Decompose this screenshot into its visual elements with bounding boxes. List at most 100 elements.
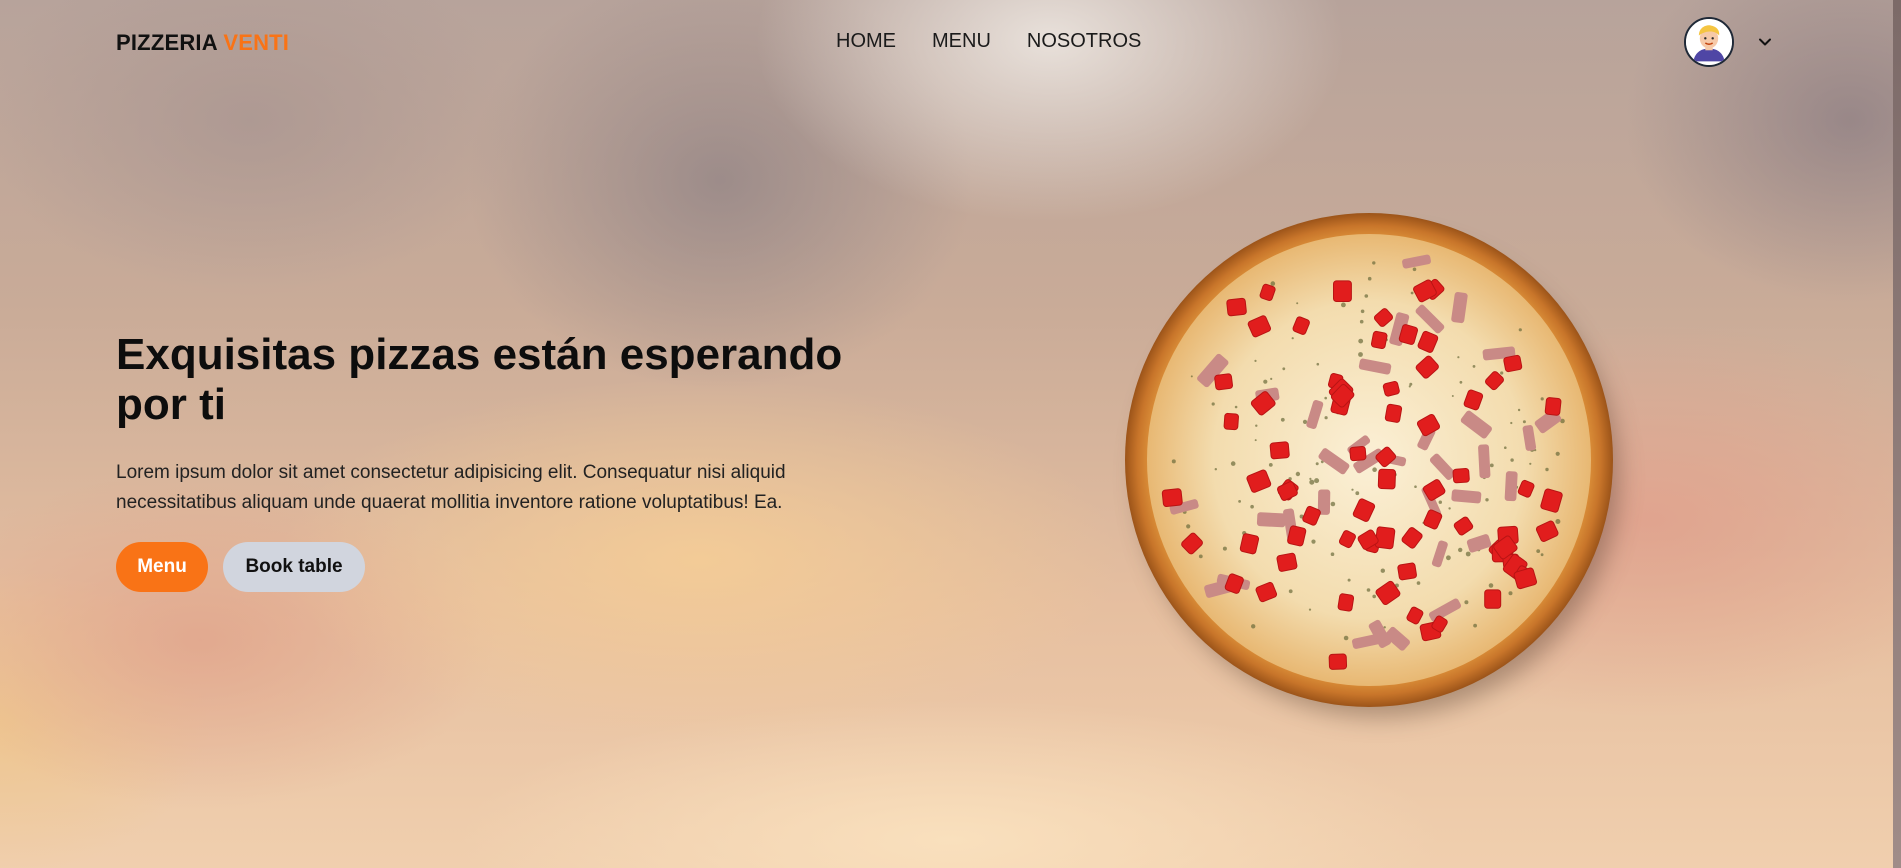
herb-speck [1545, 467, 1549, 472]
hero-actions: Menu Book table [116, 542, 896, 592]
herb-speck [1171, 459, 1176, 464]
herb-speck [1485, 498, 1489, 502]
herb-speck [1364, 294, 1369, 298]
tomato-piece [1452, 468, 1470, 484]
herb-speck [1488, 583, 1494, 588]
herb-speck [1282, 367, 1286, 371]
herb-speck [1540, 553, 1544, 557]
herb-speck [1510, 458, 1514, 462]
user-menu[interactable] [1684, 17, 1774, 67]
herb-speck [1510, 421, 1513, 425]
tomato-piece [1276, 552, 1298, 572]
tomato-piece [1384, 403, 1403, 423]
herb-speck [1288, 589, 1293, 594]
chevron-down-icon[interactable] [1756, 33, 1774, 51]
herb-speck [1254, 439, 1257, 442]
herb-speck [1351, 488, 1354, 491]
herb-speck [1330, 501, 1336, 507]
tomato-piece [1161, 488, 1183, 507]
herb-speck [1268, 463, 1273, 467]
herb-speck [1324, 396, 1327, 400]
tomato-piece [1287, 525, 1307, 547]
tomato-piece [1374, 526, 1396, 550]
herb-speck [1517, 408, 1521, 412]
herb-speck [1238, 500, 1241, 503]
tomato-piece [1333, 280, 1352, 303]
ham-piece [1504, 471, 1518, 502]
herb-speck [1555, 451, 1560, 456]
herb-speck [1464, 600, 1469, 605]
herb-speck [1504, 446, 1507, 449]
herb-speck [1324, 416, 1328, 420]
ham-piece [1478, 444, 1491, 479]
herb-speck [1472, 365, 1476, 368]
herb-speck [1372, 594, 1376, 599]
nav-item-menu[interactable]: MENU [932, 30, 991, 53]
tomato-piece [1484, 589, 1502, 609]
top-navbar: PIZZERIA VENTI HOME MENU NOSOTROS [0, 0, 1901, 84]
herb-speck [1211, 402, 1215, 406]
page-scrollbar[interactable] [1893, 0, 1901, 868]
herb-speck [1291, 337, 1294, 340]
tomato-piece [1397, 562, 1417, 581]
menu-button[interactable]: Menu [116, 542, 208, 592]
herb-speck [1186, 524, 1191, 529]
brand-logo[interactable]: PIZZERIA VENTI [116, 30, 289, 56]
herb-speck [1311, 539, 1316, 544]
herb-speck [1341, 302, 1346, 308]
herb-speck [1380, 568, 1385, 573]
herb-speck [1522, 420, 1526, 424]
herb-speck [1414, 485, 1417, 489]
herb-speck [1302, 419, 1308, 424]
tomato-piece [1382, 380, 1400, 397]
herb-speck [1316, 362, 1320, 366]
herb-speck [1473, 623, 1477, 628]
herb-speck [1250, 504, 1254, 509]
nav-item-nosotros[interactable]: NOSOTROS [1027, 30, 1141, 53]
herb-speck [1358, 338, 1364, 344]
herb-speck [1308, 608, 1312, 611]
herb-speck [1360, 309, 1365, 314]
pizza-image [1125, 213, 1619, 717]
herb-speck [1190, 375, 1193, 378]
brand-accent: VENTI [223, 30, 290, 55]
herb-speck [1347, 578, 1351, 582]
herb-speck [1457, 356, 1460, 359]
tomato-piece [1337, 593, 1355, 612]
herb-speck [1536, 549, 1541, 553]
herb-speck [1416, 581, 1421, 585]
user-avatar-icon[interactable] [1684, 17, 1734, 67]
herb-speck [1270, 377, 1273, 380]
tomato-piece [1349, 445, 1367, 462]
herb-speck [1459, 380, 1463, 384]
herb-speck [1230, 461, 1236, 466]
herb-speck [1438, 500, 1442, 504]
herb-speck [1296, 302, 1299, 305]
herb-speck [1555, 519, 1561, 524]
herb-speck [1540, 397, 1544, 401]
herb-speck [1234, 405, 1238, 409]
tomato-piece [1544, 397, 1562, 416]
herb-speck [1448, 507, 1451, 510]
herb-speck [1372, 467, 1377, 472]
tomato-piece [1269, 441, 1290, 460]
pizza-icon [1125, 213, 1613, 707]
herb-speck [1309, 477, 1312, 480]
herb-speck [1458, 547, 1463, 553]
herb-speck [1500, 371, 1504, 375]
herb-speck [1465, 551, 1471, 557]
herb-speck [1295, 471, 1301, 477]
brand-name: PIZZERIA [116, 30, 218, 55]
herb-speck [1263, 379, 1268, 384]
hero-title: Exquisitas pizzas están esperando por ti [116, 330, 843, 429]
herb-speck [1412, 267, 1417, 272]
book-table-button[interactable]: Book table [223, 542, 365, 592]
tomato-piece [1214, 373, 1233, 391]
ham-piece [1451, 489, 1482, 504]
herb-speck [1270, 281, 1276, 286]
herb-speck [1315, 462, 1319, 466]
herb-speck [1255, 424, 1258, 427]
tomato-piece [1328, 653, 1348, 670]
herb-speck [1314, 478, 1320, 484]
nav-item-home[interactable]: HOME [836, 30, 896, 53]
